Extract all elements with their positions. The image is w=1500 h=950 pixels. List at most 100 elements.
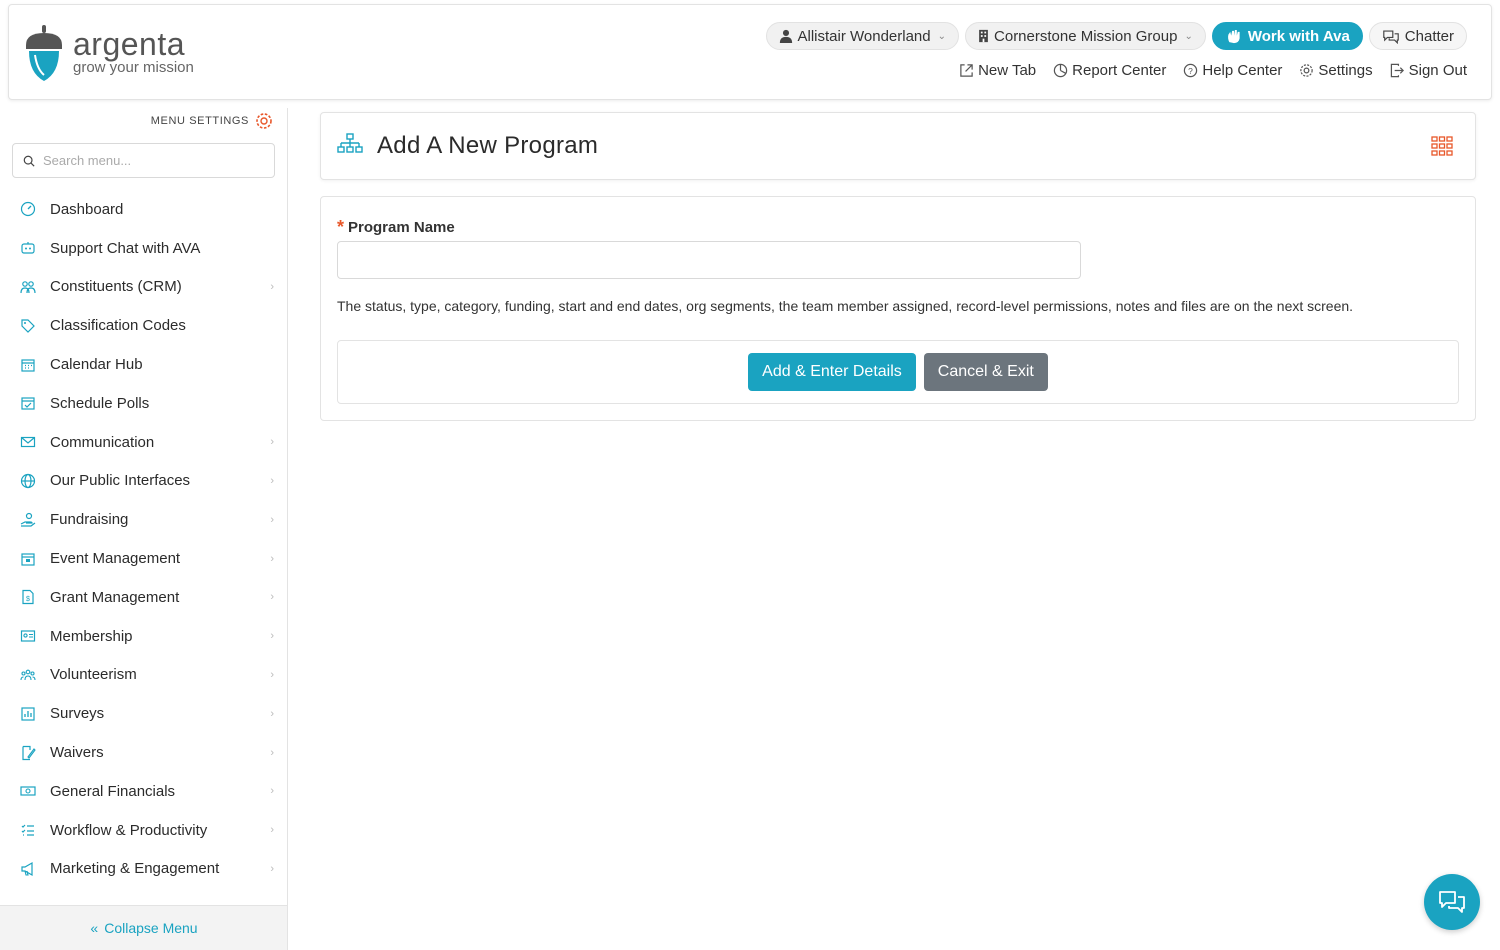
robot-icon xyxy=(20,240,36,256)
user-menu-button[interactable]: Allistair Wonderland ⌄ xyxy=(765,22,960,50)
sign-out-link[interactable]: Sign Out xyxy=(1390,62,1467,79)
menu-settings-button[interactable]: MENU SETTINGS xyxy=(151,112,273,130)
hand-coin-icon xyxy=(20,512,36,528)
sidebar-item-calendar-hub[interactable]: Calendar Hub xyxy=(0,345,287,384)
report-center-label: Report Center xyxy=(1072,62,1167,79)
logo-tagline: grow your mission xyxy=(73,59,194,76)
sidebar-item-classification-codes[interactable]: Classification Codes xyxy=(0,306,287,345)
sidebar-item-workflow-productivity[interactable]: Workflow & Productivity › xyxy=(0,811,287,850)
sidebar-item-label: Support Chat with AVA xyxy=(50,239,201,257)
sidebar-item-fundraising[interactable]: Fundraising › xyxy=(0,500,287,539)
user-menu-label: Allistair Wonderland xyxy=(797,27,931,45)
chevron-down-icon: ⌄ xyxy=(1184,30,1193,42)
sidebar-item-label: Classification Codes xyxy=(50,317,186,335)
sidebar-item-marketing-engagement[interactable]: Marketing & Engagement › xyxy=(0,850,287,889)
sidebar-item-surveys[interactable]: Surveys › xyxy=(0,694,287,733)
double-chevron-left-icon: « xyxy=(90,920,99,936)
signature-icon xyxy=(20,745,36,761)
svg-text:$: $ xyxy=(26,596,30,603)
cancel-exit-button[interactable]: Cancel & Exit xyxy=(923,353,1048,391)
sidebar-item-waivers[interactable]: Waivers › xyxy=(0,733,287,772)
settings-label: Settings xyxy=(1318,62,1373,79)
form-actions: Add & Enter Details Cancel & Exit xyxy=(337,340,1459,404)
sidebar-item-membership[interactable]: Membership › xyxy=(0,617,287,656)
gear-icon xyxy=(1300,64,1314,77)
cash-icon xyxy=(20,783,36,799)
program-name-label-text: Program Name xyxy=(348,219,455,236)
help-text: The status, type, category, funding, sta… xyxy=(337,298,1354,314)
gear-icon xyxy=(256,113,272,129)
sidebar-item-our-public-interfaces[interactable]: Our Public Interfaces › xyxy=(0,462,287,501)
sidebar-item-label: Surveys xyxy=(50,705,105,723)
globe-icon xyxy=(20,473,36,489)
org-menu-label: Cornerstone Mission Group xyxy=(994,27,1178,45)
new-tab-label: New Tab xyxy=(978,62,1037,79)
chevron-right-icon: › xyxy=(270,591,274,604)
sidebar-item-dashboard[interactable]: Dashboard xyxy=(0,190,287,229)
sidebar-item-volunteerism[interactable]: Volunteerism › xyxy=(0,656,287,695)
external-link-icon xyxy=(960,64,973,77)
chatter-button[interactable]: Chatter xyxy=(1368,22,1467,50)
program-name-label: * Program Name xyxy=(337,217,455,238)
argenta-logo[interactable]: argenta grow your mission xyxy=(23,21,213,85)
sidebar-item-label: Membership xyxy=(50,627,133,645)
megaphone-icon xyxy=(20,861,36,877)
sidebar-item-schedule-polls[interactable]: Schedule Polls xyxy=(0,384,287,423)
chevron-right-icon: › xyxy=(270,280,274,293)
sidebar-nav: Dashboard Support Chat with AVA Constituen… xyxy=(0,190,287,889)
search-input[interactable] xyxy=(43,153,263,168)
page-header-card: Add A New Program xyxy=(320,112,1476,180)
svg-text:?: ? xyxy=(1189,66,1194,76)
wave-hand-icon xyxy=(1227,29,1240,43)
sign-out-icon xyxy=(1390,63,1404,78)
dashboard-icon xyxy=(20,201,36,217)
chevron-down-icon: ⌄ xyxy=(937,30,947,42)
chevron-right-icon: › xyxy=(270,746,274,759)
sign-out-label: Sign Out xyxy=(1408,62,1467,79)
sidebar-item-label: Workflow & Productivity xyxy=(50,821,208,839)
new-tab-link[interactable]: New Tab xyxy=(959,62,1036,79)
grid-menu-icon[interactable] xyxy=(1431,135,1453,162)
sidebar-item-communication[interactable]: Communication › xyxy=(0,423,287,462)
org-menu-button[interactable]: Cornerstone Mission Group ⌄ xyxy=(965,22,1206,50)
sidebar-item-grant-management[interactable]: $ Grant Management › xyxy=(0,578,287,617)
menu-settings-label: MENU SETTINGS xyxy=(150,115,249,127)
sidebar: MENU SETTINGS Dashboard Support Chat with… xyxy=(0,108,288,950)
sidebar-item-label: Fundraising xyxy=(50,511,129,529)
sidebar-item-general-financials[interactable]: General Financials › xyxy=(0,772,287,811)
sidebar-item-label: Dashboard xyxy=(50,200,124,218)
chevron-right-icon: › xyxy=(270,785,274,798)
user-icon xyxy=(779,29,792,43)
work-with-ava-button[interactable]: Work with Ava xyxy=(1211,22,1363,50)
people-icon xyxy=(20,279,36,295)
sidebar-item-constituents-crm[interactable]: Constituents (CRM) › xyxy=(0,268,287,307)
report-center-link[interactable]: Report Center xyxy=(1053,62,1166,79)
menu-search xyxy=(12,143,275,178)
chevron-right-icon: › xyxy=(270,474,274,487)
chat-bubbles-icon xyxy=(1383,30,1399,44)
sidebar-item-event-management[interactable]: Event Management › xyxy=(0,539,287,578)
sidebar-item-support-chat-with-ava[interactable]: Support Chat with AVA xyxy=(0,229,287,268)
page-title: Add A New Program xyxy=(377,132,599,159)
sidebar-item-label: Volunteerism xyxy=(50,666,137,684)
document-dollar-icon: $ xyxy=(20,589,36,605)
help-center-label: Help Center xyxy=(1202,62,1283,79)
program-name-input[interactable] xyxy=(337,241,1081,279)
sidebar-item-label: Our Public Interfaces xyxy=(50,472,191,490)
settings-link[interactable]: Settings xyxy=(1299,62,1373,79)
chat-fab-button[interactable] xyxy=(1424,874,1480,930)
calendar-check-icon xyxy=(20,395,36,411)
checklist-icon xyxy=(20,822,36,838)
org-chart-icon xyxy=(337,132,363,161)
sidebar-item-label: Communication xyxy=(50,433,155,451)
chevron-right-icon: › xyxy=(270,513,274,526)
calendar-icon xyxy=(20,357,36,373)
add-enter-details-button[interactable]: Add & Enter Details xyxy=(748,353,916,391)
chevron-right-icon: › xyxy=(270,824,274,837)
collapse-menu-button[interactable]: « Collapse Menu xyxy=(0,905,287,950)
bar-chart-icon xyxy=(20,706,36,722)
top-header: argenta grow your mission Allistair Wond… xyxy=(8,4,1492,100)
id-card-icon xyxy=(20,628,36,644)
required-asterisk-icon: * xyxy=(337,217,345,237)
help-center-link[interactable]: ? Help Center xyxy=(1183,62,1282,79)
